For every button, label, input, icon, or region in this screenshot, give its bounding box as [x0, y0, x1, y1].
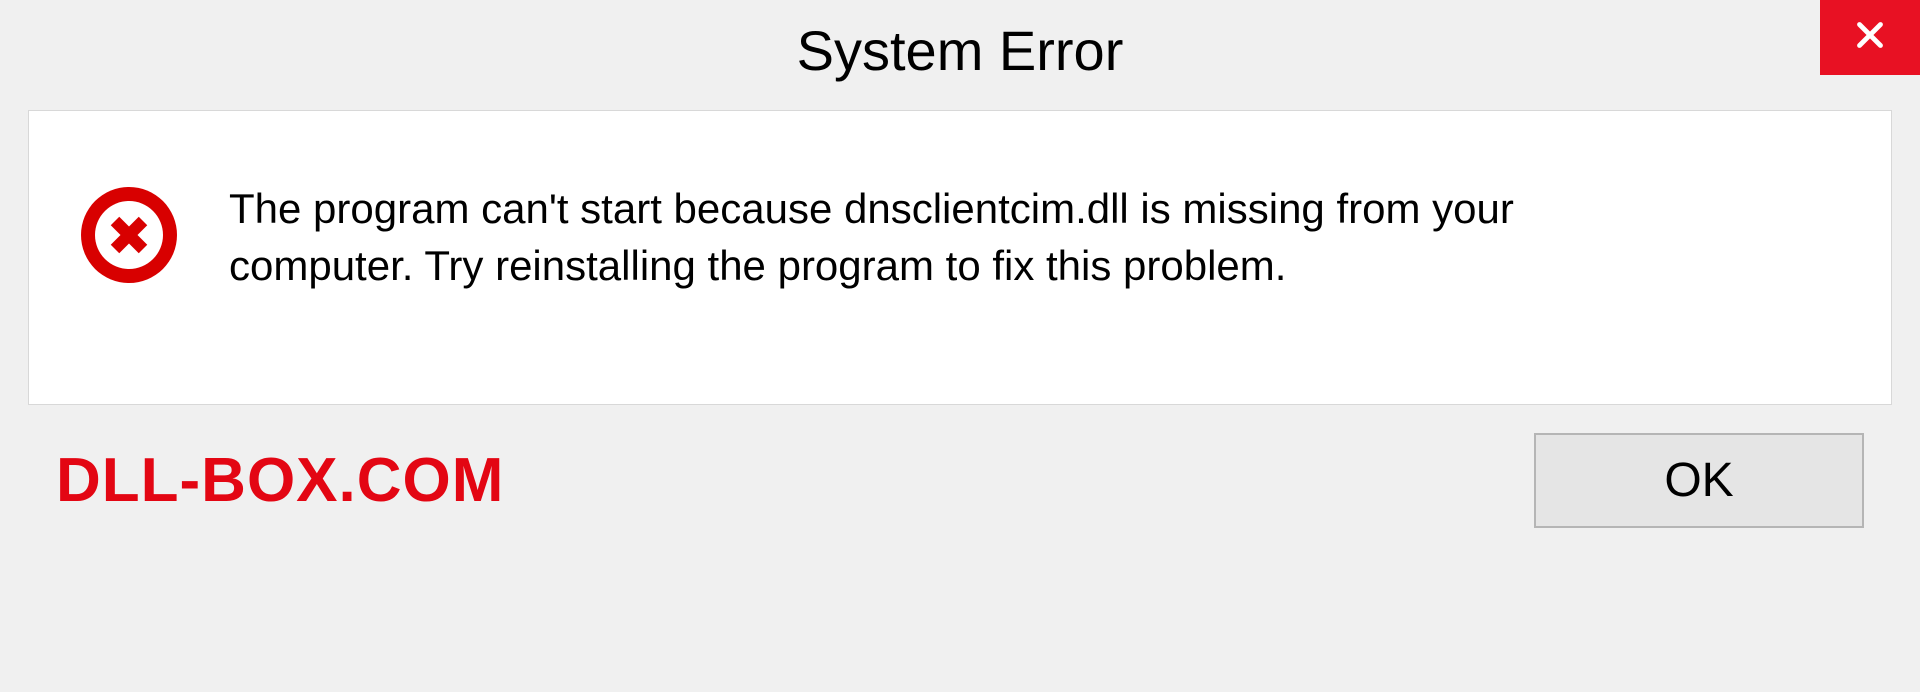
dialog-title: System Error	[797, 18, 1124, 83]
error-icon	[79, 185, 179, 290]
close-icon	[1852, 17, 1888, 58]
titlebar: System Error	[0, 0, 1920, 100]
system-error-dialog: System Error The program can't start bec…	[0, 0, 1920, 692]
error-message-text: The program can't start because dnsclien…	[229, 181, 1679, 294]
ok-button[interactable]: OK	[1534, 433, 1864, 528]
watermark-text: DLL-BOX.COM	[56, 445, 504, 516]
dialog-footer: DLL-BOX.COM OK	[0, 405, 1920, 568]
content-panel: The program can't start because dnsclien…	[28, 110, 1892, 405]
close-button[interactable]	[1820, 0, 1920, 75]
